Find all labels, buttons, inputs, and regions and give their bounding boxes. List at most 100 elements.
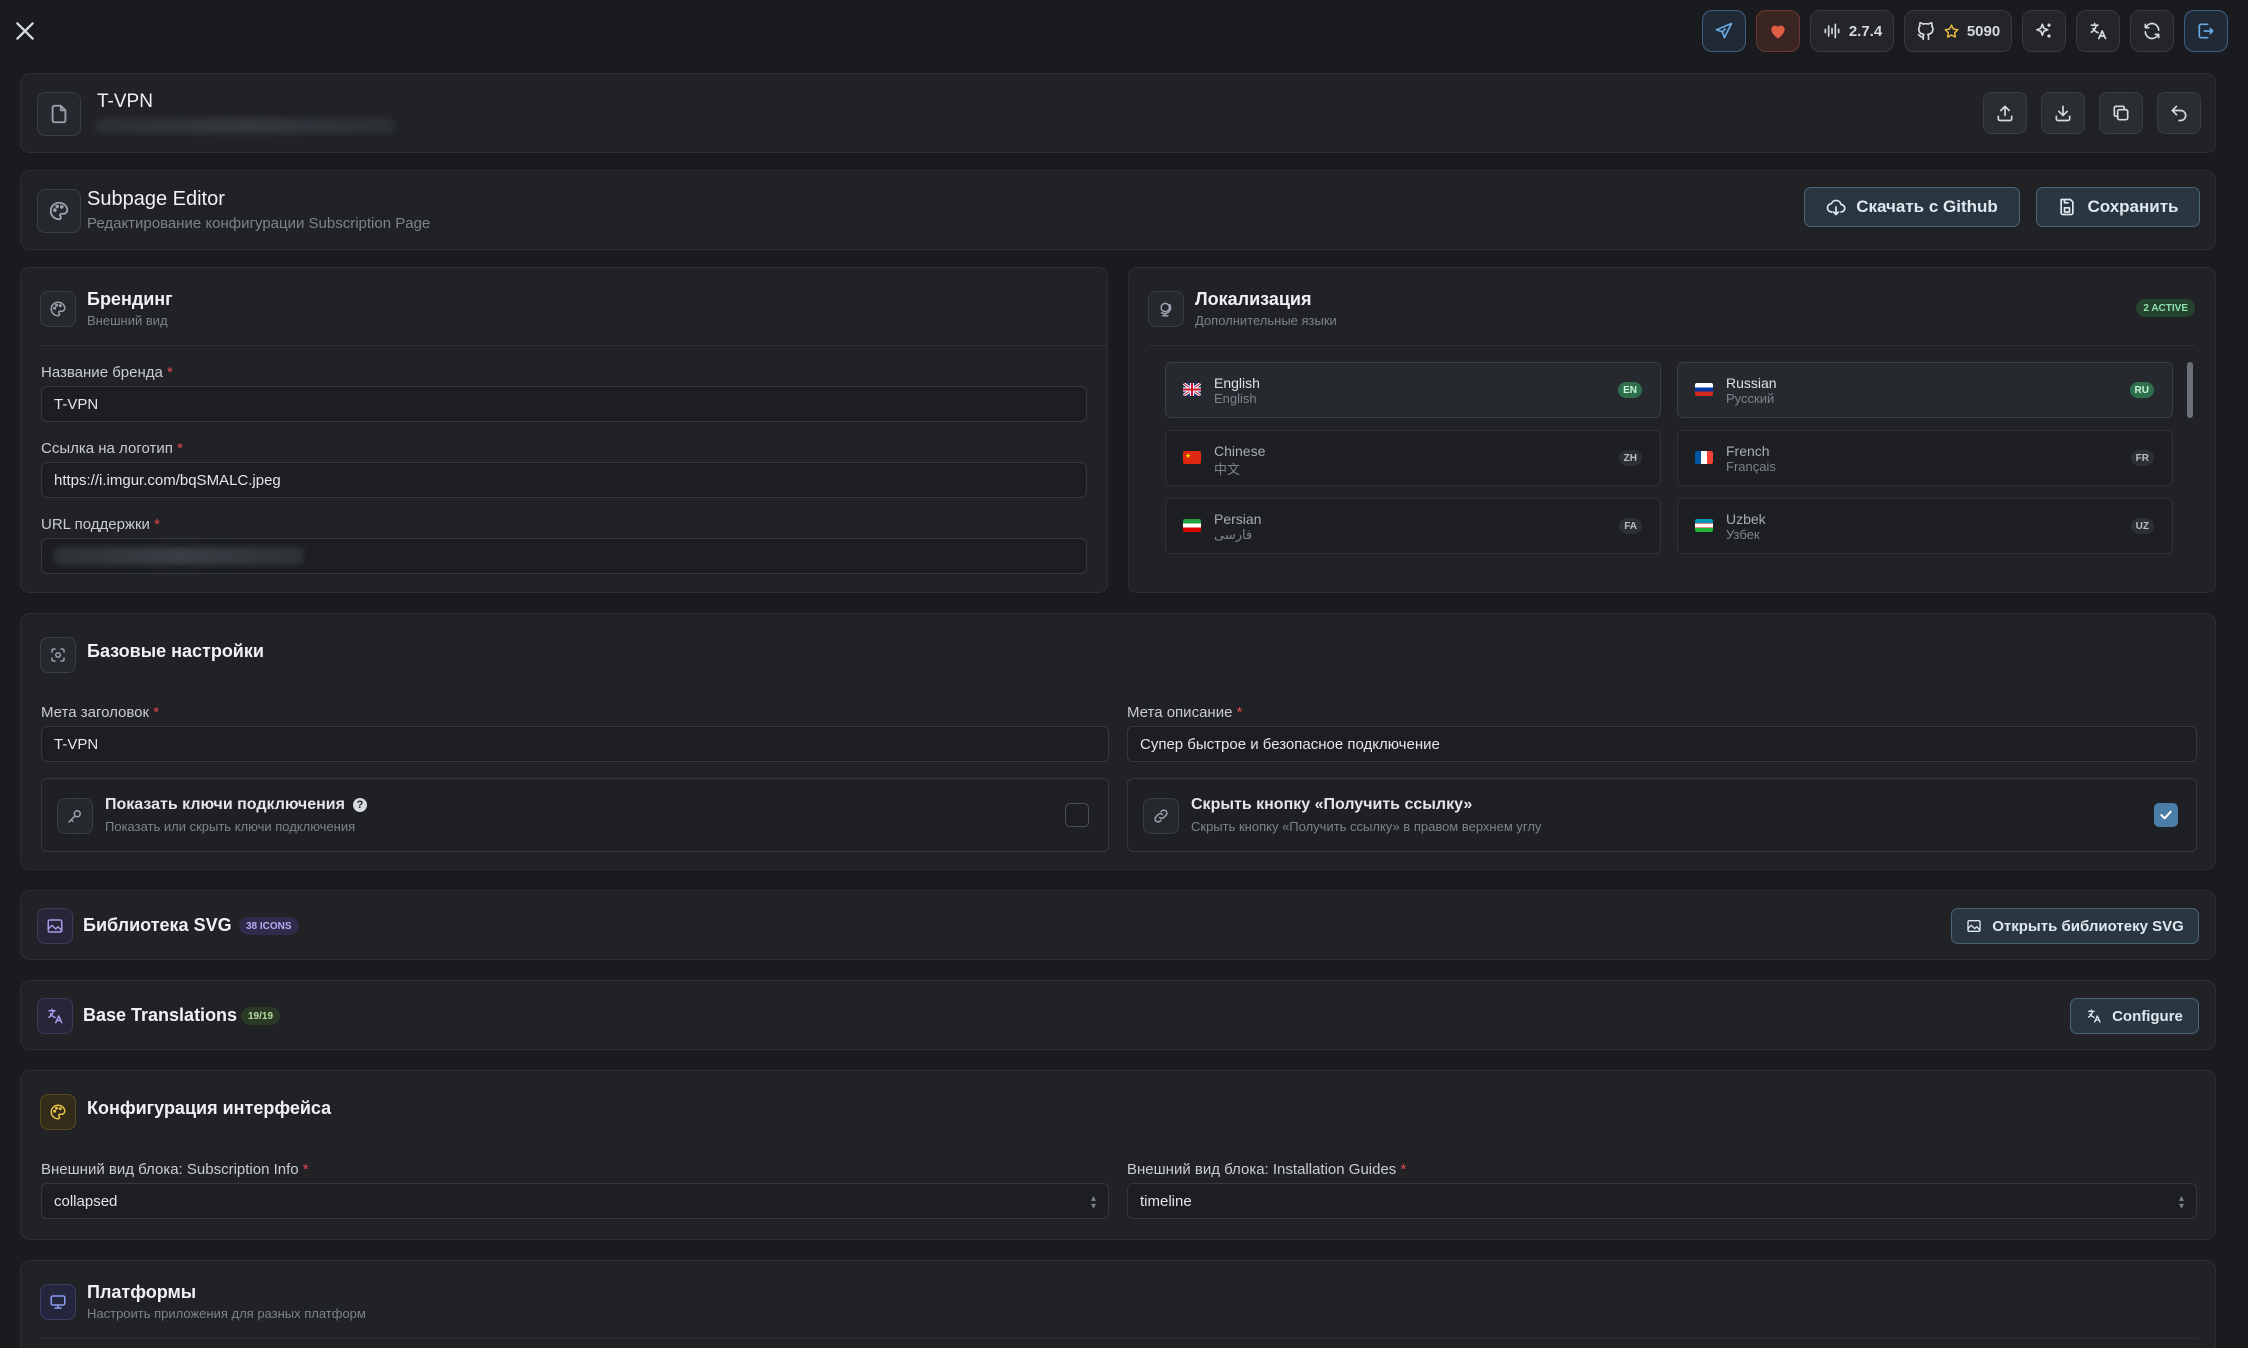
- flag-uk-icon: [1183, 383, 1201, 396]
- open-svg-library-button[interactable]: Открыть библиотеку SVG: [1951, 908, 2199, 944]
- profile-subtitle-blurred: [95, 118, 395, 134]
- star-icon: [1944, 23, 1959, 38]
- localization-subtitle: Дополнительные языки: [1195, 313, 1337, 328]
- languages-scrollbar[interactable]: [2187, 362, 2193, 418]
- language-code-badge: EN: [1618, 382, 1642, 398]
- save-icon: [2060, 198, 2075, 216]
- github-stars-button[interactable]: 5090: [1904, 10, 2012, 52]
- image-icon: [37, 908, 73, 944]
- divider: [41, 345, 1107, 346]
- show-keys-setting[interactable]: Показать ключи подключения ? Показать ил…: [41, 778, 1109, 852]
- localization-title: Локализация: [1195, 289, 1312, 309]
- refresh-button[interactable]: [2130, 10, 2174, 52]
- hide-link-setting[interactable]: Скрыть кнопку «Получить ссылку» Скрыть к…: [1127, 778, 2197, 852]
- palette-icon: [40, 291, 76, 327]
- hide-link-checkbox[interactable]: [2154, 803, 2178, 827]
- save-button[interactable]: Сохранить: [2036, 187, 2200, 227]
- globe-icon: [1148, 291, 1184, 327]
- language-item-french[interactable]: French Français FR: [1677, 430, 2173, 486]
- translate-icon: [37, 998, 73, 1034]
- show-keys-subtitle: Показать или скрыть ключи подключения: [105, 819, 356, 834]
- download-icon: [2055, 105, 2071, 122]
- telegram-button[interactable]: [1702, 10, 1746, 52]
- check-icon: [2160, 810, 2172, 820]
- flag-uz-icon: [1695, 519, 1713, 532]
- meta-title-label: Мета заголовок *: [41, 704, 160, 721]
- language-name: Uzbek: [1726, 511, 1766, 527]
- logo-url-input[interactable]: https://i.imgur.com/bqSMALC.jpeg: [41, 462, 1087, 498]
- language-code-badge: ZH: [1618, 450, 1642, 466]
- download-github-button[interactable]: Скачать с Github: [1804, 187, 2020, 227]
- help-icon[interactable]: ?: [352, 798, 367, 812]
- close-icon[interactable]: [12, 18, 38, 49]
- editor-header-card: Subpage Editor Редактирование конфигурац…: [20, 170, 2216, 250]
- meta-title-input[interactable]: T-VPN: [41, 726, 1109, 762]
- language-native: English: [1214, 391, 1257, 406]
- support-url-label: URL поддержки *: [41, 516, 160, 533]
- language-code-badge: RU: [2129, 382, 2154, 398]
- editor-title: Subpage Editor: [87, 188, 225, 210]
- sparkles-button[interactable]: [2022, 10, 2066, 52]
- language-item-russian[interactable]: Russian Русский RU: [1677, 362, 2173, 418]
- hide-link-subtitle: Скрыть кнопку «Получить ссылку» в правом…: [1191, 819, 1542, 834]
- palette-icon: [37, 189, 81, 233]
- platforms-title: Платформы: [87, 1282, 197, 1302]
- show-keys-checkbox[interactable]: [1065, 803, 1089, 827]
- language-code-badge: FR: [2130, 450, 2154, 466]
- language-item-english[interactable]: English English EN: [1165, 362, 1661, 418]
- platforms-subtitle: Настроить приложения для разных платформ: [87, 1306, 366, 1321]
- back-button[interactable]: [2157, 92, 2201, 134]
- brand-name-label: Название бренда *: [41, 364, 173, 381]
- configure-button[interactable]: Configure: [2070, 998, 2199, 1034]
- language-native: Français: [1726, 459, 1776, 474]
- brand-name-input[interactable]: T-VPN: [41, 386, 1087, 422]
- subscription-info-value: collapsed: [54, 1192, 118, 1210]
- cloud-download-icon: [1826, 199, 1846, 216]
- github-icon: [1917, 22, 1934, 41]
- version-button[interactable]: 2.7.4: [1810, 10, 1894, 52]
- installation-guides-value: timeline: [1140, 1192, 1192, 1210]
- installation-guides-select[interactable]: timeline ▴ ▾: [1127, 1183, 2197, 1219]
- translate-icon: [2090, 22, 2107, 40]
- svg-library-card: Библиотека SVG 38 ICONS Открыть библиоте…: [20, 890, 2216, 960]
- language-name: French: [1726, 443, 1770, 459]
- file-icon: [37, 92, 81, 136]
- key-icon: [57, 798, 93, 834]
- sponsor-button[interactable]: [1756, 10, 1800, 52]
- support-url-input[interactable]: [41, 538, 1087, 574]
- platforms-card: Платформы Настроить приложения для разны…: [20, 1260, 2216, 1348]
- refresh-icon: [2144, 22, 2160, 40]
- download-button[interactable]: [2041, 92, 2085, 134]
- meta-description-input[interactable]: Супер быстрое и безопасное подключение: [1127, 726, 2197, 762]
- language-button[interactable]: [2076, 10, 2120, 52]
- logout-icon: [2198, 23, 2214, 39]
- upload-button[interactable]: [1983, 92, 2027, 134]
- send-icon: [1715, 22, 1733, 39]
- stars-count: 5090: [1966, 22, 2001, 40]
- language-native: 中文: [1214, 462, 1241, 477]
- base-translations-card: Base Translations 19/19 Configure: [20, 980, 2216, 1050]
- profile-card: T-VPN: [20, 73, 2216, 153]
- subscription-info-select[interactable]: collapsed ▴ ▾: [41, 1183, 1109, 1219]
- logout-button[interactable]: [2184, 10, 2228, 52]
- language-item-persian[interactable]: Persian فارسی FA: [1165, 498, 1661, 554]
- undo-icon: [2171, 105, 2187, 122]
- heart-icon: [1771, 25, 1785, 39]
- divider: [41, 1338, 2197, 1339]
- active-languages-badge: 2 ACTIVE: [2136, 299, 2195, 317]
- base-settings-card: Базовые настройки Мета заголовок * T-VPN…: [20, 613, 2216, 870]
- duplicate-button[interactable]: [2099, 92, 2143, 134]
- icons-count-badge: 38 ICONS: [239, 917, 299, 935]
- language-code-badge: UZ: [2130, 518, 2154, 534]
- flag-ir-icon: [1183, 519, 1201, 532]
- language-item-chinese[interactable]: ★ Chinese 中文 ZH: [1165, 430, 1661, 486]
- branding-subtitle: Внешний вид: [87, 313, 168, 328]
- flag-cn-icon: ★: [1183, 451, 1201, 464]
- language-item-uzbek[interactable]: Uzbek Узбек UZ: [1677, 498, 2173, 554]
- open-svg-library-label: Открыть библиотеку SVG: [1992, 917, 2184, 935]
- subscription-info-label: Внешний вид блока: Subscription Info *: [41, 1161, 309, 1178]
- language-name: Russian: [1726, 375, 1777, 391]
- ui-config-title: Конфигурация интерфейса: [87, 1098, 332, 1118]
- link-icon: [1143, 798, 1179, 834]
- language-native: فارسی: [1214, 527, 1253, 542]
